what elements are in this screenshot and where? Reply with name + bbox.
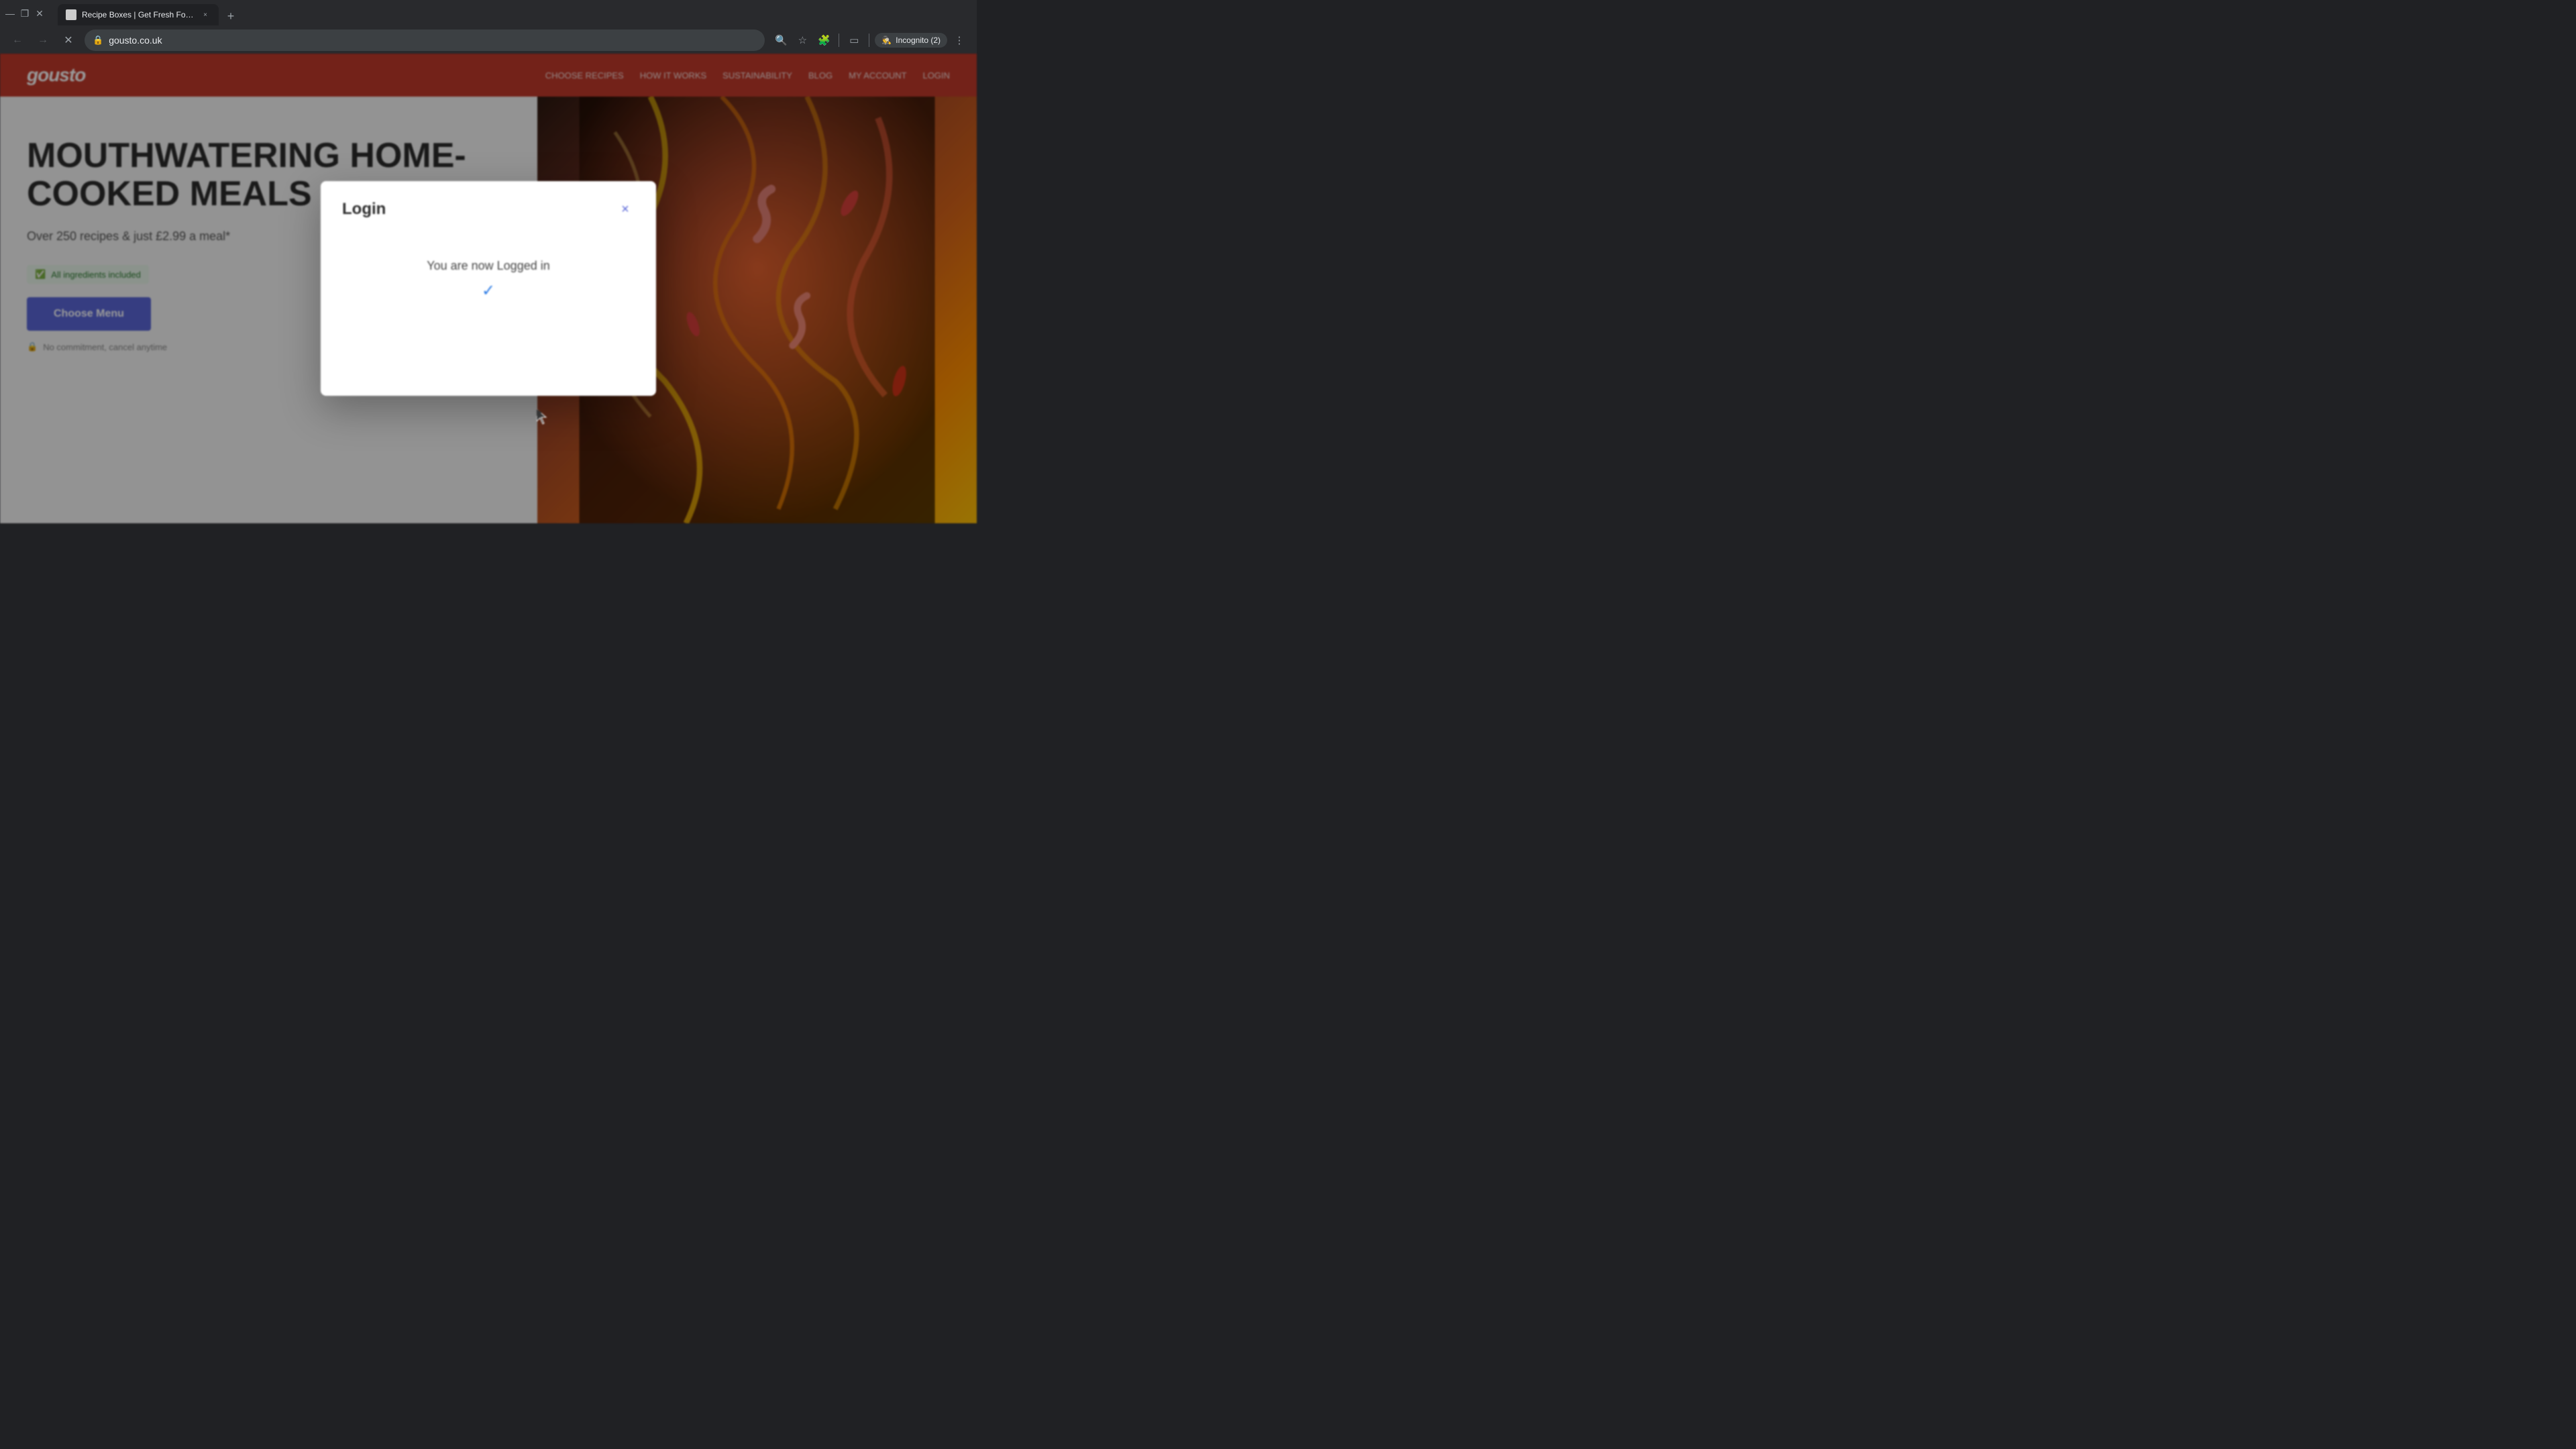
modal-close-button[interactable]: × — [616, 200, 635, 219]
close-window-button[interactable]: ✕ — [35, 9, 44, 18]
modal-body: You are now Logged in ✓ — [342, 232, 635, 327]
profile-label: Incognito (2) — [896, 36, 941, 45]
check-mark-icon: ✓ — [482, 281, 495, 301]
back-button[interactable]: ← — [8, 31, 27, 50]
search-button[interactable]: 🔍 — [771, 31, 790, 50]
lock-icon: 🔒 — [93, 35, 103, 46]
tab-close-button[interactable]: × — [200, 9, 211, 20]
maximize-button[interactable]: ❐ — [20, 9, 30, 18]
website-content: gousto CHOOSE RECIPES HOW IT WORKS SUSTA… — [0, 54, 977, 523]
sidebar-button[interactable]: ▭ — [845, 31, 863, 50]
new-tab-button[interactable]: + — [221, 7, 240, 25]
title-bar: — ❐ ✕ Recipe Boxes | Get Fresh Food ... … — [0, 0, 977, 27]
minimize-button[interactable]: — — [5, 9, 15, 18]
tabs-bar: Recipe Boxes | Get Fresh Food ... × + — [52, 1, 246, 25]
reload-button[interactable]: ✕ — [59, 31, 78, 50]
active-tab[interactable]: Recipe Boxes | Get Fresh Food ... × — [58, 4, 219, 25]
incognito-icon: 🕵 — [881, 36, 892, 45]
modal-header: Login × — [342, 200, 635, 219]
url-text: gousto.co.uk — [109, 35, 757, 46]
url-bar[interactable]: 🔒 gousto.co.uk — [85, 30, 765, 51]
modal-title: Login — [342, 200, 386, 219]
tab-favicon — [66, 9, 76, 20]
address-bar: ← → ✕ 🔒 gousto.co.uk 🔍 ☆ 🧩 ▭ 🕵 Incognito… — [0, 27, 977, 54]
bookmark-button[interactable]: ☆ — [793, 31, 812, 50]
toolbar-icons: 🔍 ☆ 🧩 ▭ 🕵 Incognito (2) ⋮ — [771, 31, 969, 50]
extensions-button[interactable]: 🧩 — [814, 31, 833, 50]
forward-button[interactable]: → — [34, 31, 52, 50]
logged-in-message: You are now Logged in — [427, 259, 550, 273]
browser-chrome: — ❐ ✕ Recipe Boxes | Get Fresh Food ... … — [0, 0, 977, 54]
login-modal: Login × You are now Logged in ✓ — [321, 181, 656, 396]
profile-button[interactable]: 🕵 Incognito (2) — [875, 33, 947, 48]
window-controls: — ❐ ✕ — [5, 9, 44, 18]
modal-overlay: Login × You are now Logged in ✓ — [0, 54, 977, 523]
more-options-button[interactable]: ⋮ — [950, 31, 969, 50]
tab-title: Recipe Boxes | Get Fresh Food ... — [82, 10, 195, 19]
